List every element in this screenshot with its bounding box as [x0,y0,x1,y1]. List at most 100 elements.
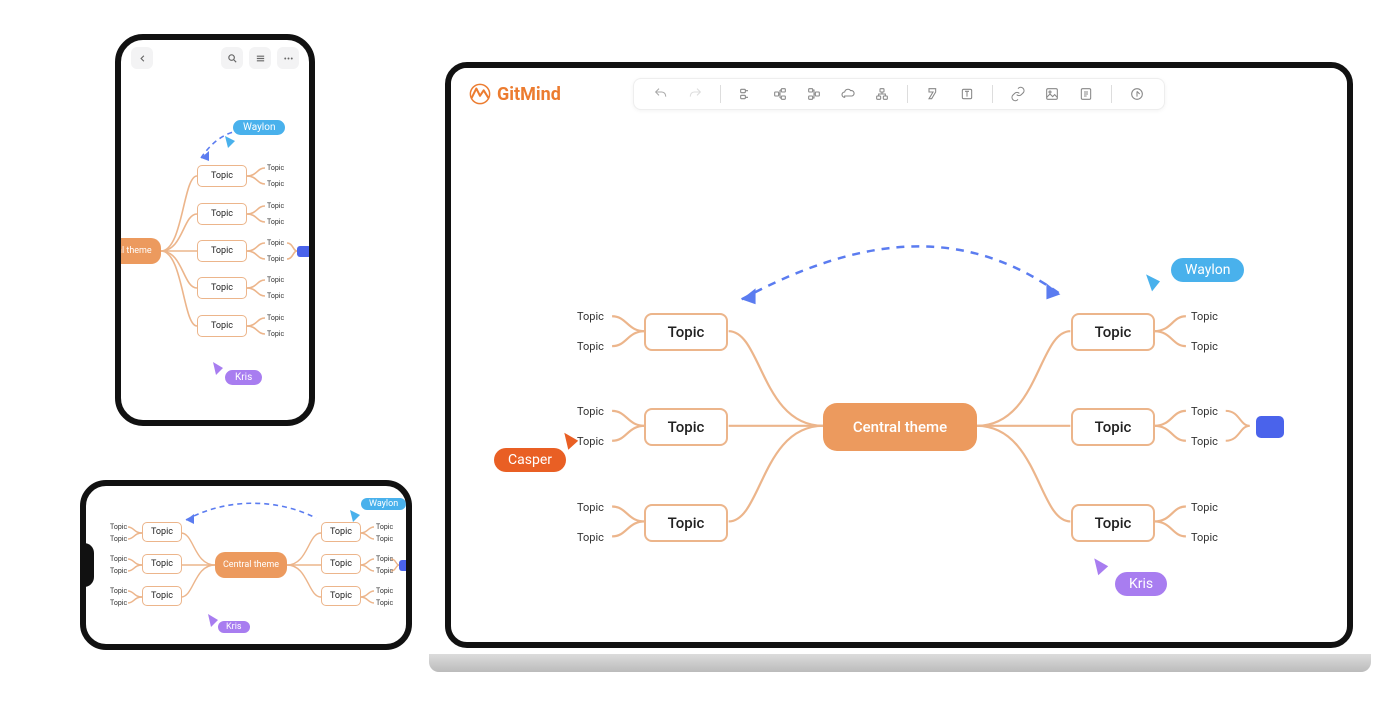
phone-portrait-device: ntral theme Topic Topic Topic Topic Topi… [115,34,315,426]
topic-node[interactable]: Topic [321,586,361,606]
add-child-node-icon[interactable] [771,85,789,103]
more-icon[interactable] [277,47,299,69]
leaf-node[interactable]: Topic [376,599,393,607]
leaf-node[interactable]: Topic [110,587,127,595]
toolbar-separator [907,85,908,103]
cloud-sync-icon[interactable] [839,85,857,103]
topic-node[interactable]: Topic [1071,504,1155,542]
leaf-node[interactable]: Topic [376,523,393,531]
layout-icon-2[interactable] [873,85,891,103]
mindmap-canvas[interactable]: Central theme Topic Topic Topic Topic To… [451,120,1347,642]
collaborator-kris-badge: Kris [225,370,262,385]
collaborator-waylon-badge: Waylon [1171,258,1244,282]
summary-chip[interactable] [399,560,412,571]
leaf-node[interactable]: Topic [577,501,604,514]
toolbar-separator [992,85,993,103]
leaf-node[interactable]: Topic [376,567,393,575]
collaborator-kris-badge: Kris [1115,572,1167,596]
topic-node[interactable]: Topic [1071,408,1155,446]
back-icon[interactable] [131,47,153,69]
list-icon[interactable] [249,47,271,69]
leaf-node[interactable]: Topic [267,164,284,172]
leaf-node[interactable]: Topic [267,276,284,284]
collaborator-waylon-badge: Waylon [233,120,285,135]
leaf-node[interactable]: Topic [110,599,127,607]
search-icon[interactable] [221,47,243,69]
leaf-node[interactable]: Topic [577,531,604,544]
toolbar-separator [1111,85,1112,103]
leaf-node[interactable]: Topic [376,555,393,563]
gitmind-logo-icon [469,83,491,105]
leaf-node[interactable]: Topic [376,535,393,543]
central-theme-node[interactable]: ntral theme [115,238,161,264]
leaf-node[interactable]: Topic [1191,501,1218,514]
topic-node[interactable]: Topic [142,586,182,606]
leaf-node[interactable]: Topic [267,255,284,263]
leaf-node[interactable]: Topic [267,239,284,247]
laptop-base [429,654,1371,672]
leaf-node[interactable]: Topic [1191,405,1218,418]
phone-landscape-device: Central theme Topic Topic Topic Topic To… [80,480,412,650]
leaf-node[interactable]: Topic [577,405,604,418]
topic-node[interactable]: Topic [644,408,728,446]
main-toolbar [633,78,1165,110]
summary-chip[interactable] [1256,416,1284,438]
share-icon[interactable] [1128,85,1146,103]
leaf-node[interactable]: Topic [376,587,393,595]
topic-node[interactable]: Topic [197,315,247,337]
leaf-node[interactable]: Topic [267,314,284,322]
laptop-device: GitMind [445,62,1355,672]
text-format-icon[interactable] [958,85,976,103]
summary-chip[interactable] [297,246,311,257]
format-icon[interactable] [924,85,942,103]
link-icon[interactable] [1009,85,1027,103]
topic-node[interactable]: Topic [142,522,182,542]
laptop-screen: GitMind [445,62,1353,648]
leaf-node[interactable]: Topic [110,535,127,543]
topic-node[interactable]: Topic [197,165,247,187]
app-header: GitMind [451,68,1347,120]
collaborator-waylon-badge: Waylon [361,498,406,510]
topic-node[interactable]: Topic [197,240,247,262]
leaf-node[interactable]: Topic [1191,435,1218,448]
redo-icon[interactable] [686,85,704,103]
topic-node[interactable]: Topic [142,554,182,574]
add-sibling-node-icon[interactable] [737,85,755,103]
leaf-node[interactable]: Topic [577,435,604,448]
brand-name: GitMind [497,84,561,105]
image-icon[interactable] [1043,85,1061,103]
leaf-node[interactable]: Topic [267,292,284,300]
central-theme-node[interactable]: Central theme [215,552,287,578]
topic-node[interactable]: Topic [321,554,361,574]
leaf-node[interactable]: Topic [1191,531,1218,544]
leaf-node[interactable]: Topic [110,555,127,563]
connector-lines [451,120,1347,642]
leaf-node[interactable]: Topic [267,202,284,210]
collaborator-casper-badge: Casper [494,448,566,472]
topic-node[interactable]: Topic [321,522,361,542]
topic-node[interactable]: Topic [644,504,728,542]
topic-node[interactable]: Topic [197,203,247,225]
topic-node[interactable]: Topic [197,277,247,299]
leaf-node[interactable]: Topic [1191,310,1218,323]
phone-landscape-canvas[interactable]: Central theme Topic Topic Topic Topic To… [86,486,406,644]
leaf-node[interactable]: Topic [267,330,284,338]
undo-icon[interactable] [652,85,670,103]
leaf-node[interactable]: Topic [110,523,127,531]
collaborator-kris-badge: Kris [218,621,250,633]
brand-logo: GitMind [469,83,561,105]
note-icon[interactable] [1077,85,1095,103]
leaf-node[interactable]: Topic [1191,340,1218,353]
leaf-node[interactable]: Topic [110,567,127,575]
topic-node[interactable]: Topic [644,313,728,351]
leaf-node[interactable]: Topic [577,340,604,353]
toolbar-separator [720,85,721,103]
phone-portrait-canvas[interactable]: ntral theme Topic Topic Topic Topic Topi… [121,76,309,420]
central-theme-node[interactable]: Central theme [823,403,977,451]
leaf-node[interactable]: Topic [267,180,284,188]
leaf-node[interactable]: Topic [267,218,284,226]
phone-header [121,40,309,76]
leaf-node[interactable]: Topic [577,310,604,323]
topic-node[interactable]: Topic [1071,313,1155,351]
layout-icon-1[interactable] [805,85,823,103]
